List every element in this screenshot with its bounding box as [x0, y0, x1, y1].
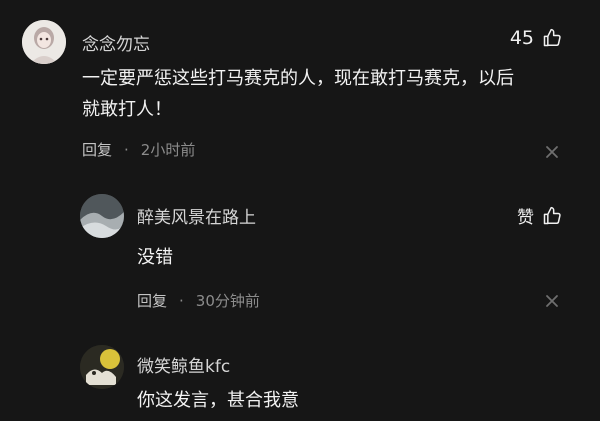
comment-text: 一定要严惩这些打马赛克的人，现在敢打马赛克，以后 就敢打人！: [82, 63, 514, 125]
username[interactable]: 醉美风景在路上: [137, 203, 256, 228]
like-button[interactable]: 赞: [517, 203, 562, 228]
comment-text-line: 你这发言，甚合我意: [137, 390, 299, 411]
avatar[interactable]: [80, 194, 124, 238]
avatar-image: [80, 345, 124, 389]
separator: ·: [179, 292, 184, 310]
username[interactable]: 念念勿忘: [82, 30, 150, 55]
username[interactable]: 微笑鲸鱼kfc: [137, 352, 230, 377]
timestamp: 30分钟前: [195, 292, 260, 310]
like-count: 45: [509, 27, 534, 49]
avatar[interactable]: [22, 20, 66, 64]
comment-text: 你这发言，甚合我意: [137, 385, 299, 416]
avatar-image: [22, 20, 66, 64]
reply-button[interactable]: 回复: [82, 141, 112, 159]
close-icon[interactable]: [545, 145, 559, 159]
timestamp: 2小时前: [140, 141, 196, 159]
avatar-image: [80, 194, 124, 238]
comment-text-line: 没错: [137, 247, 173, 268]
comment-meta: 回复 · 30分钟前: [137, 290, 260, 311]
separator: ·: [124, 141, 129, 159]
close-icon[interactable]: [545, 294, 559, 308]
like-label: 赞: [517, 208, 534, 228]
comment-text-line: 一定要严惩这些打马赛克的人，现在敢打马赛克，以后: [82, 68, 514, 89]
comment-text-line: 就敢打人！: [82, 99, 172, 120]
like-button[interactable]: 45: [510, 27, 562, 49]
avatar[interactable]: [80, 345, 124, 389]
thumbs-up-icon: [543, 206, 561, 224]
comment-meta: 回复 · 2小时前: [82, 139, 195, 160]
reply-button[interactable]: 回复: [137, 292, 167, 310]
comment-text: 没错: [137, 242, 173, 273]
thumbs-up-icon: [543, 28, 561, 47]
